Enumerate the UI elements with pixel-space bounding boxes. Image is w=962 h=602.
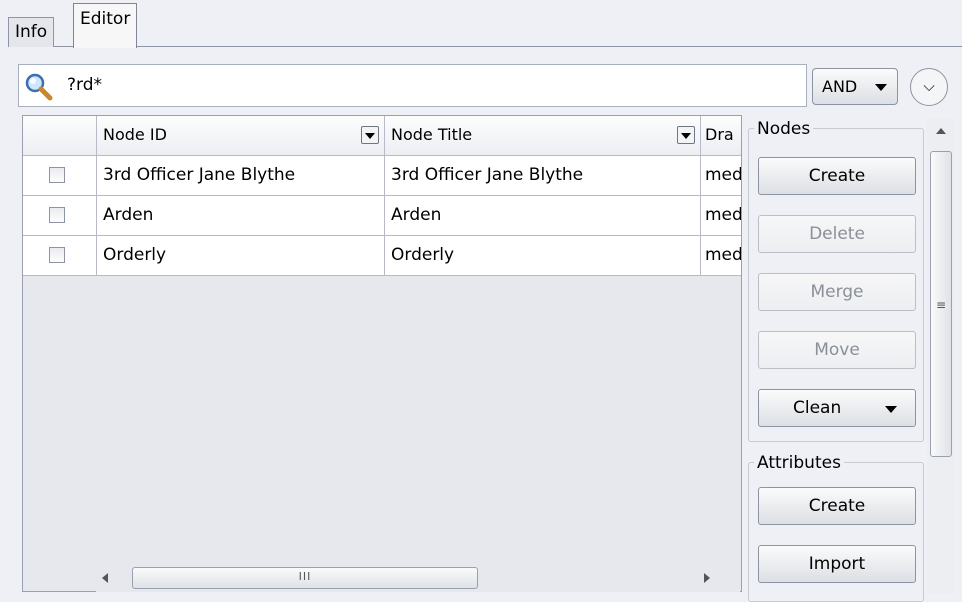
import-attribute-button[interactable]: Import xyxy=(758,545,916,583)
row-checkbox[interactable] xyxy=(49,247,65,263)
node-table: Node ID Node Title Dra 3rd Officer Jane … xyxy=(22,115,742,592)
table-row[interactable]: Orderly Orderly med xyxy=(23,236,741,276)
grip-icon: III xyxy=(298,570,312,583)
grip-icon: ≡ xyxy=(935,298,947,312)
clean-dropdown-button[interactable]: Clean xyxy=(758,389,916,427)
header-select xyxy=(23,116,97,156)
filter-operator-label: AND xyxy=(822,77,858,96)
header-node-id-label: Node ID xyxy=(103,125,167,144)
third-column-cell[interactable]: med xyxy=(701,236,741,276)
tab-bar: Info Editor xyxy=(0,0,962,48)
double-chevron-down-icon: ⌵ xyxy=(923,77,935,95)
row-checkbox[interactable] xyxy=(49,207,65,223)
chevron-down-icon xyxy=(875,84,887,91)
scroll-up-icon[interactable] xyxy=(936,128,946,134)
horizontal-scrollbar[interactable]: III xyxy=(96,566,740,592)
search-input[interactable] xyxy=(67,71,767,99)
attributes-legend: Attributes xyxy=(754,453,844,473)
node-id-cell[interactable]: 3rd Officer Jane Blythe xyxy=(97,156,385,196)
header-third[interactable]: Dra xyxy=(701,116,741,156)
header-node-title-label: Node Title xyxy=(391,125,473,144)
header-third-label: Dra xyxy=(705,125,734,144)
chevron-down-icon xyxy=(885,406,897,413)
table-row[interactable]: Arden Arden med xyxy=(23,196,741,236)
node-title-cell[interactable]: Orderly xyxy=(385,236,701,276)
search-box xyxy=(18,64,807,107)
filter-operator-dropdown[interactable]: AND xyxy=(812,68,898,105)
table-row[interactable]: 3rd Officer Jane Blythe 3rd Officer Jane… xyxy=(23,156,741,196)
vertical-scroll-thumb[interactable]: ≡ xyxy=(930,151,952,457)
move-node-button[interactable]: Move xyxy=(758,331,916,369)
horizontal-scroll-thumb[interactable]: III xyxy=(132,567,478,589)
clean-label: Clean xyxy=(793,398,842,418)
node-title-cell[interactable]: Arden xyxy=(385,196,701,236)
delete-node-button[interactable]: Delete xyxy=(758,215,916,253)
column-menu-icon[interactable] xyxy=(361,126,379,144)
merge-node-button[interactable]: Merge xyxy=(758,273,916,311)
create-attribute-button[interactable]: Create xyxy=(758,487,916,525)
tab-divider xyxy=(8,46,962,47)
select-cell xyxy=(23,196,97,236)
third-column-cell[interactable]: med xyxy=(701,156,741,196)
search-icon xyxy=(25,73,53,101)
vertical-scrollbar[interactable]: ≡ xyxy=(927,118,955,594)
scroll-left-icon[interactable] xyxy=(102,573,108,583)
select-cell xyxy=(23,156,97,196)
header-node-id[interactable]: Node ID xyxy=(97,116,385,156)
node-id-cell[interactable]: Arden xyxy=(97,196,385,236)
tab-editor[interactable]: Editor xyxy=(73,3,138,48)
third-column-cell[interactable]: med xyxy=(701,196,741,236)
create-node-button[interactable]: Create xyxy=(758,157,916,195)
row-checkbox[interactable] xyxy=(49,167,65,183)
column-menu-icon[interactable] xyxy=(677,126,695,144)
select-cell xyxy=(23,236,97,276)
node-id-cell[interactable]: Orderly xyxy=(97,236,385,276)
tab-info[interactable]: Info xyxy=(8,17,55,47)
node-title-cell[interactable]: 3rd Officer Jane Blythe xyxy=(385,156,701,196)
header-node-title[interactable]: Node Title xyxy=(385,116,701,156)
expand-filter-button[interactable]: ⌵ xyxy=(910,68,948,106)
nodes-legend: Nodes xyxy=(754,119,814,139)
scroll-right-icon[interactable] xyxy=(704,573,710,583)
